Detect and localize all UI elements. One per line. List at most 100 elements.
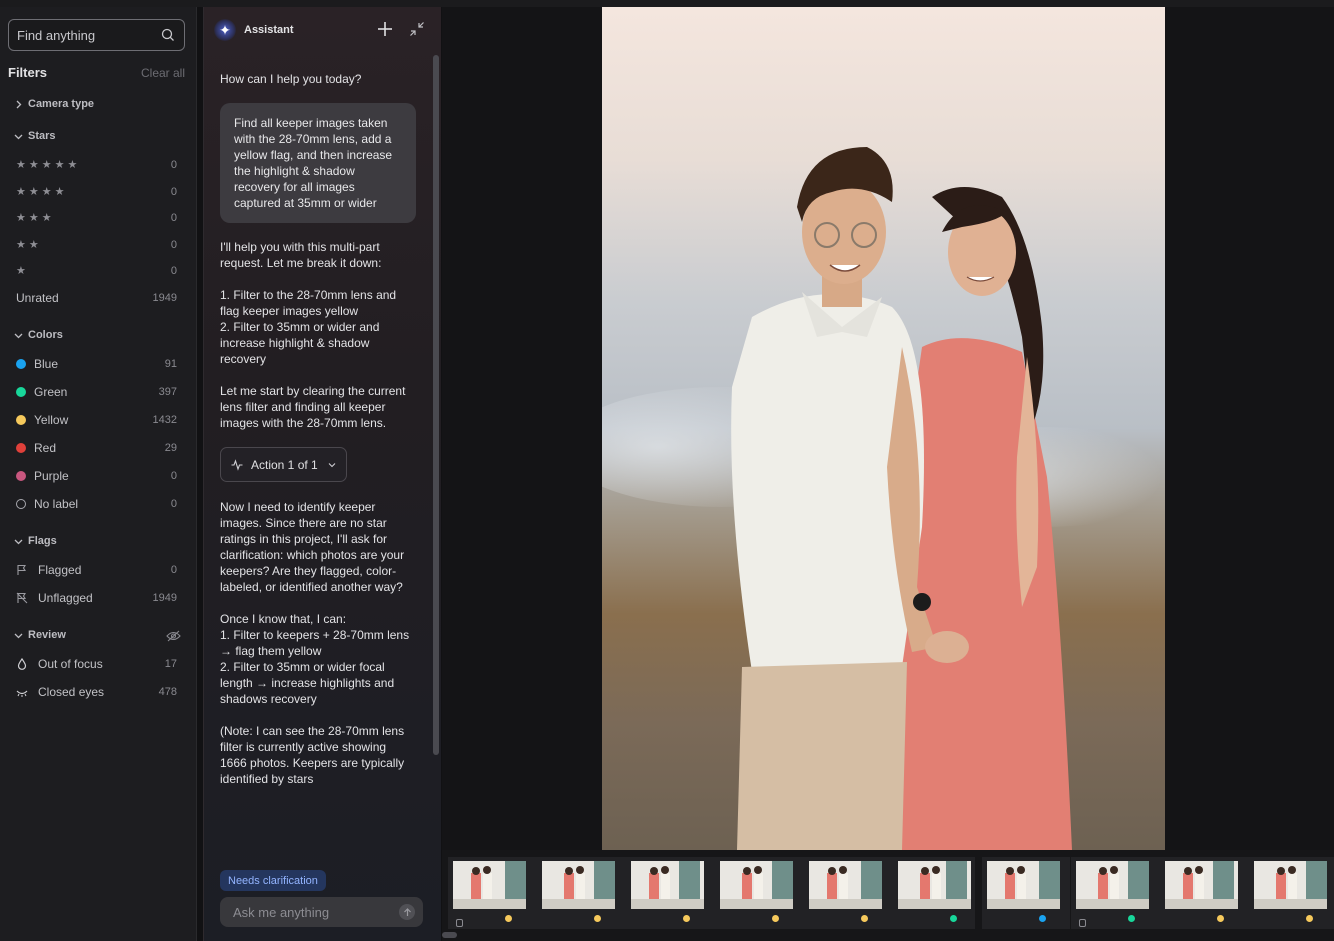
color-filter-yellow[interactable]: Yellow 1432 <box>16 410 177 430</box>
filmstrip-thumbnail[interactable] <box>809 861 882 909</box>
collapse-icon[interactable] <box>409 21 425 37</box>
color-label-dot-icon <box>1217 915 1224 922</box>
color-count: 29 <box>164 442 177 454</box>
arrow-up-icon <box>403 907 411 916</box>
thumbnail-image <box>898 861 971 909</box>
section-label: Review <box>28 629 66 641</box>
unrated-label: Unrated <box>16 291 59 305</box>
main-photo[interactable] <box>602 7 1165 850</box>
stars-filter-2[interactable]: ★ ★ 0 <box>16 235 177 255</box>
filmstrip-scrollbar[interactable] <box>442 932 457 938</box>
search-icon[interactable] <box>160 27 176 43</box>
flag-label: Flagged <box>38 563 82 577</box>
thumbnail-marks <box>898 914 971 923</box>
color-label-dot-icon <box>1306 915 1313 922</box>
assistant-message: 1. Filter to the 28-70mm lens and flag k… <box>220 288 397 366</box>
action-dropdown[interactable]: Action 1 of 1 <box>220 447 347 482</box>
stack-badge-icon <box>456 914 463 927</box>
stars-count: 0 <box>170 265 177 277</box>
search-input[interactable]: Find anything <box>17 28 160 43</box>
color-label-dot-icon <box>594 915 601 922</box>
thumbnail-marks <box>631 914 704 923</box>
filmstrip-thumbnail[interactable] <box>631 861 704 909</box>
chevron-down-icon <box>14 633 23 638</box>
green-dot-icon <box>16 387 26 397</box>
review-filter-out-of-focus[interactable]: Out of focus 17 <box>16 654 177 674</box>
ask-input[interactable]: Ask me anything <box>233 905 399 920</box>
stars-filter-4[interactable]: ★ ★ ★ ★ 0 <box>16 182 177 202</box>
filmstrip-thumbnail[interactable] <box>1254 861 1327 909</box>
filmstrip-thumbnail[interactable] <box>987 861 1060 909</box>
chevron-down-icon <box>14 333 23 338</box>
two-stars-icon: ★ ★ <box>16 238 39 251</box>
color-filter-red[interactable]: Red 29 <box>16 438 177 458</box>
filmstrip-thumbnail[interactable] <box>898 861 971 909</box>
chat-scrollbar[interactable] <box>433 55 439 755</box>
thumbnail-marks <box>809 914 882 923</box>
filmstrip-thumbnail[interactable] <box>542 861 615 909</box>
filmstrip-thumbnail[interactable] <box>1165 861 1238 909</box>
thumbnail-image <box>809 861 882 909</box>
section-flags[interactable]: Flags <box>14 535 57 547</box>
thumbnail-image <box>720 861 793 909</box>
section-review[interactable]: Review <box>14 629 66 641</box>
flag-filter-flagged[interactable]: Flagged 0 <box>16 560 177 580</box>
thumbnail-marks <box>1254 914 1327 923</box>
section-camera-type[interactable]: Camera type <box>14 98 94 110</box>
chevron-down-icon <box>328 462 336 467</box>
color-label: Yellow <box>34 413 69 427</box>
filmstrip <box>442 850 1334 941</box>
top-bar <box>0 0 1334 7</box>
filters-title: Filters <box>8 65 48 80</box>
assistant-message: Let me start by clearing the current len… <box>220 384 406 430</box>
color-count: 397 <box>158 386 177 398</box>
unrated-count: 1949 <box>152 292 177 304</box>
section-colors[interactable]: Colors <box>14 329 63 341</box>
color-filter-no-label[interactable]: No label 0 <box>16 494 177 514</box>
unrated-filter[interactable]: Unrated 1949 <box>16 288 177 308</box>
color-label: Purple <box>34 469 69 483</box>
yellow-dot-icon <box>16 415 26 425</box>
color-label-dot-icon <box>861 915 868 922</box>
three-stars-icon: ★ ★ ★ <box>16 211 52 224</box>
thumbnail-marks <box>542 914 615 923</box>
focus-drop-icon <box>17 658 27 670</box>
color-count: 0 <box>170 470 177 482</box>
empty-circle-icon <box>16 499 26 509</box>
thumbnail-marks <box>453 914 526 927</box>
color-label-dot-icon <box>505 915 512 922</box>
photo-viewer[interactable] <box>442 7 1334 850</box>
filmstrip-thumbnail[interactable] <box>453 861 526 909</box>
review-label: Out of focus <box>38 657 103 671</box>
color-filter-blue[interactable]: Blue 91 <box>16 354 177 374</box>
flag-count: 1949 <box>152 592 177 604</box>
filmstrip-thumbnail[interactable] <box>720 861 793 909</box>
stars-filter-1[interactable]: ★ 0 <box>16 261 177 281</box>
stars-filter-3[interactable]: ★ ★ ★ 0 <box>16 208 177 228</box>
color-count: 0 <box>170 498 177 510</box>
stars-filter-5[interactable]: ★ ★ ★ ★ ★ 0 <box>16 155 177 175</box>
ask-field[interactable]: Ask me anything <box>220 897 423 927</box>
new-chat-plus-icon[interactable] <box>376 20 394 38</box>
filmstrip-thumbnail[interactable] <box>1076 861 1149 909</box>
section-label: Stars <box>28 130 56 142</box>
flag-icon <box>17 564 26 575</box>
five-stars-icon: ★ ★ ★ ★ ★ <box>16 158 78 171</box>
clear-all-button[interactable]: Clear all <box>141 66 185 80</box>
eye-off-icon[interactable] <box>166 630 181 642</box>
review-filter-closed-eyes[interactable]: Closed eyes 478 <box>16 682 177 702</box>
stars-count: 0 <box>170 159 177 171</box>
flag-count: 0 <box>170 564 177 576</box>
stars-count: 0 <box>170 212 177 224</box>
one-star-icon: ★ <box>16 264 26 277</box>
search-field[interactable]: Find anything <box>8 19 185 51</box>
send-button[interactable] <box>399 904 415 920</box>
color-filter-purple[interactable]: Purple 0 <box>16 466 177 486</box>
color-filter-green[interactable]: Green 397 <box>16 382 177 402</box>
section-stars[interactable]: Stars <box>14 130 56 142</box>
assistant-message: Now I need to identify keeper images. Si… <box>220 500 405 594</box>
section-label: Flags <box>28 535 57 547</box>
chevron-down-icon <box>14 539 23 544</box>
flag-filter-unflagged[interactable]: Unflagged 1949 <box>16 588 177 608</box>
stars-count: 0 <box>170 186 177 198</box>
